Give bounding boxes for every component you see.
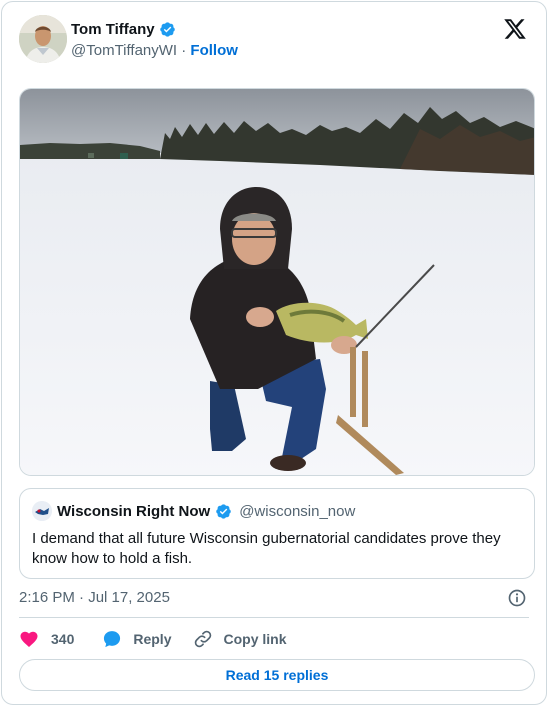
x-logo-icon[interactable] [503,17,527,41]
handle-separator: · [181,42,187,59]
reply-label: Reply [133,631,172,647]
tweet-header: Tom Tiffany @TomTiffanyWI · Follow [19,15,529,65]
author-avatar[interactable] [19,15,67,63]
follow-button[interactable]: Follow [190,42,238,59]
reply-bubble-icon [104,631,121,648]
author-info: Tom Tiffany @TomTiffanyWI · Follow [71,19,238,60]
tweet-photo[interactable] [19,88,535,476]
verified-badge-icon [216,503,231,519]
quoted-author-handle: @wisconsin_now [239,502,356,520]
quoted-author-name: Wisconsin Right Now [57,502,211,520]
quoted-tweet-header: Wisconsin Right Now @wisconsin_now [32,501,355,521]
author-handle[interactable]: @TomTiffanyWI [71,42,177,59]
reply-button[interactable]: Reply [102,629,171,649]
action-bar: 340 Reply Copy link [19,628,287,650]
quoted-tweet-text: I demand that all future Wisconsin guber… [32,530,501,567]
like-button[interactable]: 340 [19,629,74,649]
author-handle-row: @TomTiffanyWI · Follow [71,42,238,59]
like-count: 340 [51,631,75,647]
tweet-card: Tom Tiffany @TomTiffanyWI · Follow Wisco… [1,1,547,705]
verified-badge-icon [159,21,175,37]
quoted-tweet[interactable]: Wisconsin Right Now @wisconsin_now I dem… [19,488,535,579]
copy-link-button[interactable]: Copy link [193,629,287,649]
author-name[interactable]: Tom Tiffany [71,21,155,38]
heart-icon [20,631,38,647]
read-replies-button[interactable]: Read 15 replies [19,659,535,691]
tweet-timestamp[interactable]: 2:16 PM · Jul 17, 2025 [19,589,170,606]
divider [19,617,529,618]
copy-link-label: Copy link [223,631,287,647]
link-icon [195,630,212,648]
quoted-author-avatar [32,501,52,521]
info-icon[interactable] [507,588,527,608]
